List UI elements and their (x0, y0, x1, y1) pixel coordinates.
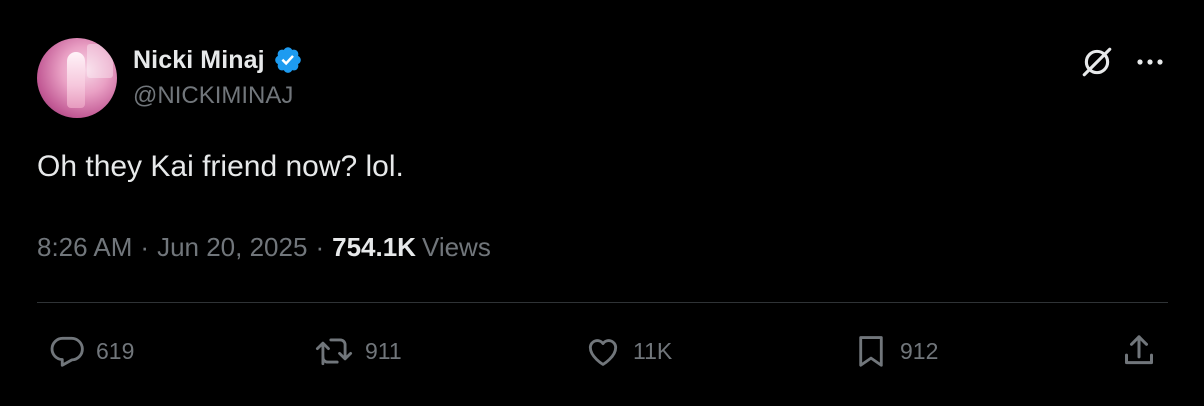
retweet-icon (315, 338, 353, 366)
grok-icon[interactable] (1079, 44, 1115, 80)
divider (37, 302, 1168, 303)
tweet-meta: 8:26 AM · Jun 20, 2025 · 754.1K Views (37, 232, 491, 263)
meta-separator: · (140, 232, 150, 262)
more-icon[interactable] (1130, 44, 1170, 80)
tweet-text: Oh they Kai friend now? lol. (37, 150, 404, 183)
reply-button[interactable]: 619 (48, 331, 134, 371)
author-handle[interactable]: @NICKIMINAJ (133, 82, 293, 110)
retweet-count: 911 (365, 337, 402, 364)
views-label[interactable]: Views (422, 232, 491, 263)
author-display-name[interactable]: Nicki Minaj (133, 46, 265, 75)
like-icon (588, 339, 618, 366)
like-button[interactable]: 11K (583, 331, 672, 371)
share-icon (1125, 335, 1153, 365)
avatar-background (87, 44, 113, 78)
avatar[interactable] (37, 38, 117, 118)
retweet-button[interactable]: 911 (313, 331, 402, 371)
bookmark-icon (859, 336, 883, 367)
reply-icon (50, 336, 84, 367)
bookmark-count: 912 (900, 337, 939, 364)
bookmark-button[interactable]: 912 (852, 331, 938, 371)
tweet-time[interactable]: 8:26 AM (37, 232, 132, 263)
reply-count: 619 (96, 337, 135, 364)
meta-separator: · (315, 232, 325, 262)
avatar-figure (67, 52, 85, 108)
verified-badge-icon[interactable] (273, 45, 303, 75)
tweet-date[interactable]: Jun 20, 2025 (157, 232, 307, 263)
tweet-card: Nicki Minaj @NICKIMINAJ Oh they Kai frie… (0, 0, 1204, 406)
views-count[interactable]: 754.1K (332, 232, 416, 263)
like-count: 11K (633, 337, 673, 364)
author-name-row: Nicki Minaj (133, 42, 303, 78)
share-button[interactable] (1119, 331, 1159, 371)
